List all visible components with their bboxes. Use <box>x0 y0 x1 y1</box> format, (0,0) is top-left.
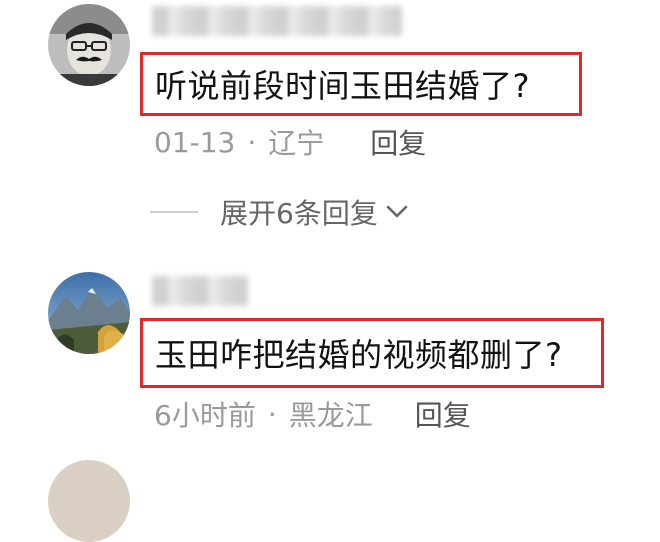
reply-button[interactable]: 回复 <box>415 394 471 434</box>
expand-replies-label: 展开6条回复 <box>220 197 378 230</box>
meta-separator: · <box>247 125 257 159</box>
comment-highlight-box: 听说前段时间玉田结婚了? <box>140 52 582 116</box>
comment-location: 辽宁 <box>268 127 325 160</box>
username-redacted <box>152 6 402 36</box>
comment-location: 黑龙江 <box>288 399 373 432</box>
avatar-photo <box>48 272 130 354</box>
expand-replies-button[interactable]: 展开6条回复 <box>150 192 408 232</box>
username-redacted <box>152 276 248 306</box>
avatar[interactable] <box>48 460 130 542</box>
comment-text: 听说前段时间玉田结婚了? <box>155 67 530 105</box>
avatar[interactable] <box>48 4 130 86</box>
avatar-photo <box>48 4 130 86</box>
comment-text: 玉田咋把结婚的视频都删了? <box>155 336 563 374</box>
meta-separator: · <box>267 397 277 431</box>
chevron-down-icon <box>386 205 408 219</box>
avatar[interactable] <box>48 272 130 354</box>
comment-highlight-box: 玉田咋把结婚的视频都删了? <box>140 318 604 388</box>
divider-line <box>150 211 198 213</box>
comment-meta: 01-13 · 辽宁 回复 <box>154 122 426 162</box>
reply-button[interactable]: 回复 <box>370 122 426 162</box>
comment-date: 6小时前 <box>154 399 256 432</box>
comment-date: 01-13 <box>154 125 236 159</box>
comment-meta: 6小时前 · 黑龙江 回复 <box>154 394 471 434</box>
